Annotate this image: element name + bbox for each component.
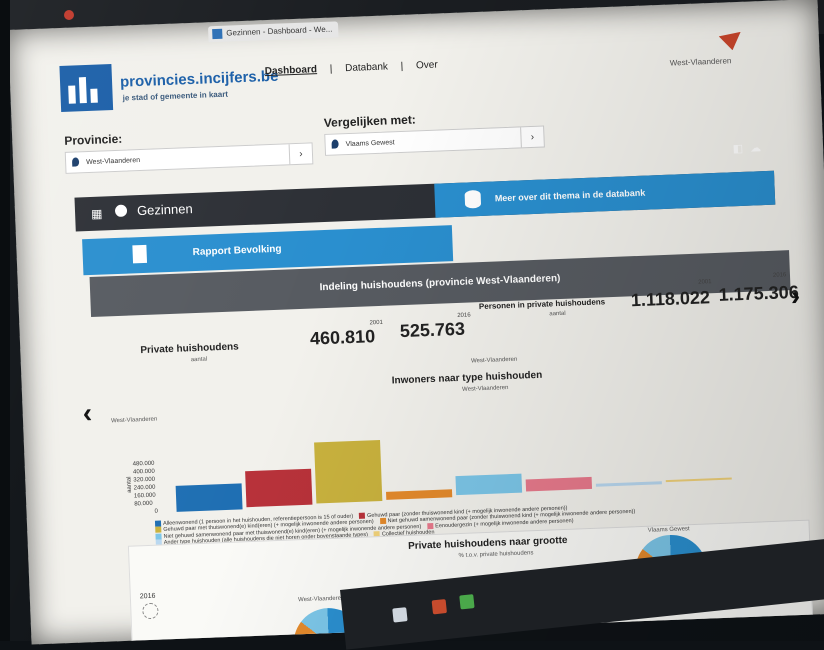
- y-tick: 240.000: [133, 484, 156, 492]
- brand-flag-icon: [719, 32, 742, 51]
- browser-favicon-dot: [64, 10, 74, 20]
- next-arrow-icon[interactable]: ›: [790, 280, 801, 312]
- private-households-label: Private huishoudens: [140, 341, 239, 357]
- theme-name: Gezinnen: [136, 201, 193, 219]
- section-title: Indeling huishoudens (provincie West-Vla…: [319, 272, 561, 294]
- chart-bar: [595, 481, 662, 487]
- nav-separator: |: [329, 63, 333, 75]
- legend-swatch: [155, 533, 162, 540]
- tab-favicon-icon: [212, 28, 223, 40]
- y-tick: 160.000: [133, 492, 156, 500]
- report-label: Rapport Bevolking: [192, 243, 282, 259]
- nav-over[interactable]: Over: [416, 60, 438, 72]
- y-tick: 80.000: [134, 500, 153, 508]
- location-pin-icon: [331, 139, 339, 149]
- taskbar-app-icon[interactable]: [392, 607, 408, 623]
- chart-bar: [386, 489, 453, 500]
- chart-title: Inwoners naar type huishouden: [391, 369, 543, 387]
- provincie-value: West-Vlaanderen: [86, 157, 141, 167]
- legend-swatch: [154, 520, 162, 527]
- monitor-screen: Gezinnen - Dashboard - We... provincies.…: [8, 0, 824, 645]
- theme-icon: [114, 204, 128, 218]
- brand-text: West-Vlaanderen: [669, 56, 732, 68]
- chart-bar: [245, 468, 313, 508]
- persons-2016: 1.175.306: [718, 281, 800, 305]
- chart-bar: [665, 477, 732, 483]
- taskbar-app-icon[interactable]: [459, 594, 475, 610]
- previous-arrow-icon[interactable]: ‹: [82, 397, 93, 429]
- chart-bar: [175, 483, 243, 512]
- y-tick: 480.000: [132, 460, 155, 468]
- logo-text: provincies.incijfers.be: [119, 67, 279, 91]
- monitor-bezel-left: [0, 0, 10, 641]
- provincie-label: Provincie:: [64, 131, 123, 148]
- vergelijken-value: Vlaams Gewest: [345, 139, 395, 149]
- main-nav: Dashboard | Databank | Over: [265, 59, 448, 78]
- logo-subtitle: je stad of gemeente in kaart: [122, 89, 229, 103]
- nav-dashboard[interactable]: Dashboard: [265, 64, 318, 77]
- chart-subtitle: West-Vlaanderen: [462, 385, 509, 393]
- chart-bar: [455, 473, 523, 496]
- more-theme-label: Meer over dit thema in de databank: [494, 187, 646, 204]
- share-icon[interactable]: ◧: [732, 142, 743, 155]
- chevron-right-icon[interactable]: ›: [520, 126, 544, 148]
- database-icon: [464, 189, 482, 209]
- private-households-2001: 460.810: [309, 326, 376, 349]
- brand-logo: West-Vlaanderen: [669, 32, 750, 75]
- vergelijken-select[interactable]: Vlaams Gewest ›: [324, 125, 545, 156]
- private-households-2016: 525.763: [399, 318, 466, 342]
- grid-menu-icon[interactable]: ▦: [91, 207, 103, 221]
- location-pin-icon: [71, 157, 80, 167]
- legend-swatch: [155, 526, 162, 534]
- browser-tab[interactable]: Gezinnen - Dashboard - We...: [208, 21, 339, 43]
- taskbar-app-icon[interactable]: [431, 599, 447, 615]
- chart-bar: [525, 476, 593, 491]
- tab-title: Gezinnen - Dashboard - We...: [226, 24, 333, 38]
- chart-region-top: West-Vlaanderen: [470, 356, 518, 365]
- chart-region: West-Vlaanderen: [110, 416, 158, 425]
- private-households-sub: aantal: [190, 356, 208, 364]
- nav-databank[interactable]: Databank: [345, 61, 388, 74]
- persons-2001: 1.118.022: [630, 287, 711, 311]
- y-tick: 0: [154, 508, 159, 515]
- legend-swatch: [358, 512, 366, 519]
- chevron-right-icon[interactable]: ›: [288, 143, 313, 165]
- document-icon: [132, 244, 148, 264]
- chart2-year: 2016: [139, 592, 156, 601]
- y-tick: 400.000: [132, 468, 155, 476]
- chart-bar: [314, 439, 383, 504]
- y-axis-label: aantal: [126, 476, 134, 493]
- nav-separator: |: [400, 60, 404, 72]
- legend-swatch: [379, 518, 386, 525]
- y-tick: 320.000: [133, 476, 156, 484]
- year-label: 2016: [772, 272, 787, 279]
- legend-swatch: [427, 522, 434, 530]
- provincie-select[interactable]: West-Vlaanderen ›: [64, 142, 314, 174]
- site-logo[interactable]: [59, 64, 114, 113]
- download-icon[interactable]: ☁: [750, 141, 761, 154]
- vergelijken-label: Vergelijken met:: [323, 112, 417, 130]
- persons-sub: aantal: [549, 310, 566, 318]
- year-label: 2001: [698, 279, 712, 286]
- more-theme-button[interactable]: Meer over dit thema in de databank: [434, 170, 776, 218]
